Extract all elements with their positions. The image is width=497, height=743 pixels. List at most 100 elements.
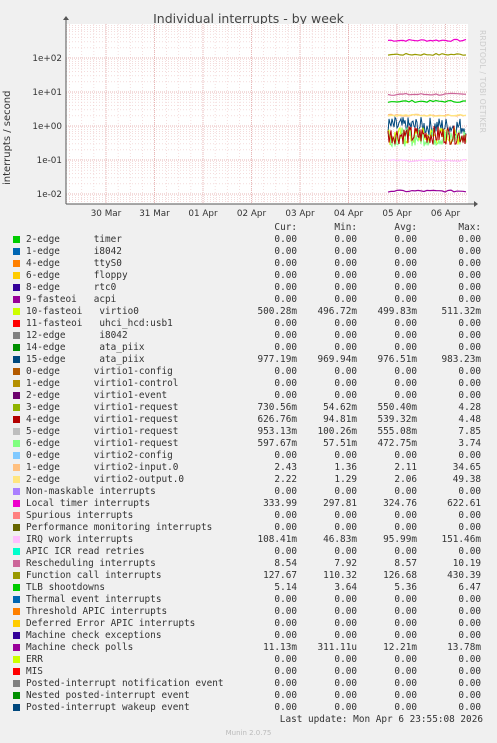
legend-cur: 953.13m xyxy=(257,426,297,437)
legend-avg: 539.32m xyxy=(377,414,417,425)
legend-min: 0.00 xyxy=(334,390,357,401)
legend-min: 0.00 xyxy=(334,258,357,269)
legend-swatch xyxy=(13,656,20,663)
legend-min: 3.64 xyxy=(334,582,357,593)
legend-row: Deferred Error APIC interrupts 0.00 0.00 0.… xyxy=(0,618,497,630)
legend-cur: 0.00 xyxy=(274,246,297,257)
x-tick-label: 30 Mar xyxy=(91,209,122,219)
legend-max: 0.00 xyxy=(458,378,481,389)
legend-row: Machine check exceptions 0.00 0.00 0.00 0.00 xyxy=(0,630,497,642)
legend-label: 15-edge ata_piix xyxy=(26,354,145,365)
legend-max: 0.00 xyxy=(458,654,481,665)
legend-label: Function call interrupts xyxy=(26,570,162,581)
legend-min: 0.00 xyxy=(334,546,357,557)
legend-cur: 0.00 xyxy=(274,450,297,461)
x-tick-label: 06 Apr xyxy=(431,209,461,219)
legend-label: 6-edge floppy xyxy=(26,270,128,281)
legend-swatch xyxy=(13,596,20,603)
legend-row: 3-edge virtio1-request 730.56m 54.62m 550.4… xyxy=(0,402,497,414)
legend-avg: 0.00 xyxy=(394,378,417,389)
legend-avg: 976.51m xyxy=(377,354,417,365)
legend-swatch xyxy=(13,488,20,495)
legend-label: 11-fasteoi uhci_hcd:usb1 xyxy=(26,318,173,329)
legend-avg: 0.00 xyxy=(394,390,417,401)
legend-label: 5-edge virtio1-request xyxy=(26,426,179,437)
legend-max: 0.00 xyxy=(458,522,481,533)
legend-cur: 0.00 xyxy=(274,666,297,677)
legend-min: 0.00 xyxy=(334,330,357,341)
legend-swatch xyxy=(13,584,20,591)
legend-max: 0.00 xyxy=(458,510,481,521)
legend-avg: 0.00 xyxy=(394,606,417,617)
legend-row: 1-edge i8042 0.00 0.00 0.00 0.00 xyxy=(0,246,497,258)
legend-cur: 333.99 xyxy=(263,498,297,509)
legend-max: 34.65 xyxy=(452,462,481,473)
legend-label: 2-edge timer xyxy=(26,234,122,245)
plot-area xyxy=(66,24,468,204)
legend-header-max: Max: xyxy=(458,222,481,233)
legend-row: Posted-interrupt wakeup event 0.00 0.00 0.0… xyxy=(0,702,497,714)
legend-row: 2-edge virtio2-output.0 2.22 1.29 2.06 49.38 xyxy=(0,474,497,486)
legend-label: 6-edge virtio1-request xyxy=(26,438,179,449)
legend-cur: 127.67 xyxy=(263,570,297,581)
legend-min: 0.00 xyxy=(334,342,357,353)
legend-max: 151.46m xyxy=(441,534,481,545)
legend-row: Threshold APIC interrupts 0.00 0.00 0.00 0.0… xyxy=(0,606,497,618)
legend-max: 0.00 xyxy=(458,366,481,377)
legend-avg: 8.57 xyxy=(394,558,417,569)
legend-cur: 0.00 xyxy=(274,678,297,689)
legend-swatch xyxy=(13,644,20,651)
legend-row: MIS 0.00 0.00 0.00 0.00 xyxy=(0,666,497,678)
legend-label: Posted-interrupt wakeup event xyxy=(26,702,190,713)
legend-row: 4-edge ttyS0 0.00 0.00 0.00 0.00 xyxy=(0,258,497,270)
legend-label: Spurious interrupts xyxy=(26,510,134,521)
legend-max: 4.28 xyxy=(458,402,481,413)
legend-swatch xyxy=(13,428,20,435)
legend-row: 2-edge virtio1-event 0.00 0.00 0.00 0.00 xyxy=(0,390,497,402)
legend-swatch xyxy=(13,248,20,255)
legend-cur: 0.00 xyxy=(274,546,297,557)
legend-avg: 0.00 xyxy=(394,486,417,497)
legend-swatch xyxy=(13,536,20,543)
legend-min: 94.81m xyxy=(323,414,357,425)
legend-avg: 0.00 xyxy=(394,366,417,377)
legend-label: 2-edge virtio1-event xyxy=(26,390,168,401)
legend-row: 6-edge floppy 0.00 0.00 0.00 0.00 xyxy=(0,270,497,282)
legend-min: 7.92 xyxy=(334,558,357,569)
legend-cur: 0.00 xyxy=(274,606,297,617)
legend-avg: 550.40m xyxy=(377,402,417,413)
legend-max: 0.00 xyxy=(458,258,481,269)
legend-avg: 5.36 xyxy=(394,582,417,593)
interrupts-chart: 30 Mar 31 Mar 01 Apr 02 Apr 03 Apr 04 Apr 05 A… xyxy=(32,16,478,219)
legend-label: 1-edge virtio2-input.0 xyxy=(26,462,179,473)
legend-swatch xyxy=(13,476,20,483)
legend-swatch xyxy=(13,404,20,411)
legend-label: TLB shootdowns xyxy=(26,582,106,593)
legend-swatch xyxy=(13,272,20,279)
legend-min: 0.00 xyxy=(334,234,357,245)
legend-swatch xyxy=(13,236,20,243)
legend-swatch xyxy=(13,500,20,507)
legend-cur: 730.56m xyxy=(257,402,297,413)
legend-row: 0-edge virtio1-config 0.00 0.00 0.00 0.00 xyxy=(0,366,497,378)
y-tick-label: 1e+00 xyxy=(32,122,62,132)
legend-min: 0.00 xyxy=(334,618,357,629)
legend-row: 12-edge i8042 0.00 0.00 0.00 0.00 xyxy=(0,330,497,342)
legend-avg: 2.06 xyxy=(394,474,417,485)
legend-max: 0.00 xyxy=(458,690,481,701)
legend-min: 0.00 xyxy=(334,702,357,713)
legend-swatch xyxy=(13,608,20,615)
last-update: Last update: Mon Apr 6 23:55:08 2026 xyxy=(279,714,483,725)
legend-min: 0.00 xyxy=(334,282,357,293)
x-tick-label: 02 Apr xyxy=(237,209,267,219)
legend-label: 1-edge virtio1-control xyxy=(26,378,179,389)
x-axis-arrow xyxy=(474,201,478,207)
legend-row: Posted-interrupt notification event 0.00 0… xyxy=(0,678,497,690)
legend-swatch xyxy=(13,668,20,675)
legend-row: APIC ICR read retries 0.00 0.00 0.00 0.00 xyxy=(0,546,497,558)
legend-max: 0.00 xyxy=(458,246,481,257)
legend-min: 46.83m xyxy=(323,534,357,545)
legend-avg: 0.00 xyxy=(394,522,417,533)
legend-label: IRQ work interrupts xyxy=(26,534,134,545)
legend-label: Deferred Error APIC interrupts xyxy=(26,618,196,629)
